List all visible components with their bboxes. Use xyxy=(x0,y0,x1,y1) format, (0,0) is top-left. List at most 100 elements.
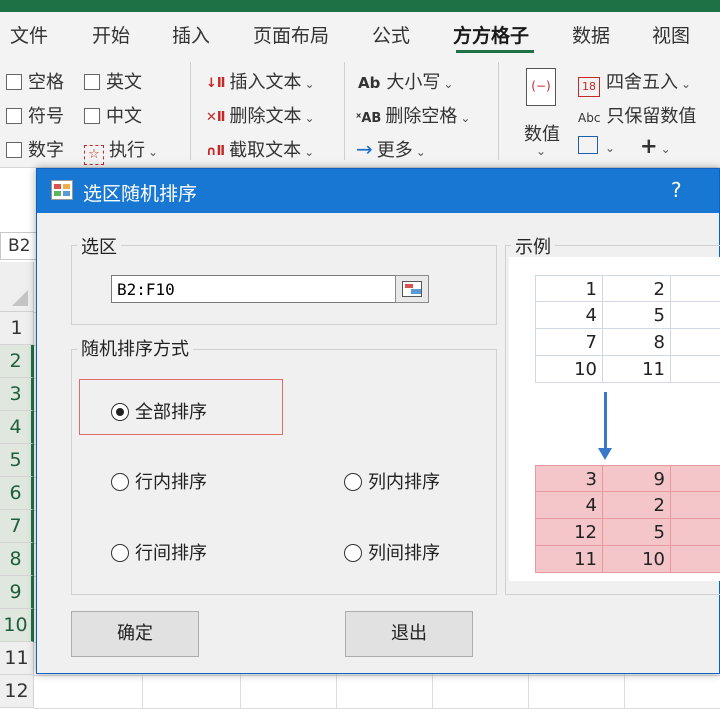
example-cell: 8 xyxy=(603,329,671,356)
example-cell: 11 xyxy=(535,546,603,573)
abc-icon: Abc xyxy=(578,111,601,125)
option-all-label: 全部排序 xyxy=(135,402,207,423)
example-cell xyxy=(671,329,720,356)
ok-button[interactable]: 确定 xyxy=(71,611,199,657)
round-button[interactable]: 18 四舍五入 ⌄ xyxy=(578,68,691,97)
ribbon-panel: 空格 英文 符号 中文 数字 ☆ 执行 ⌄ ↓Ⅱ 插入文本 ⌄ ✕Ⅱ 删除文本 ⌄ ∩Ⅱ 截取… xyxy=(0,56,720,168)
arrow-down-icon xyxy=(604,392,607,452)
select-all-icon xyxy=(12,290,28,306)
option-between-rows-label: 行间排序 xyxy=(135,543,207,564)
checkbox-number[interactable]: 数字 xyxy=(6,136,64,162)
tab-formulas[interactable]: 公式 xyxy=(372,21,410,48)
extract-text-button[interactable]: ∩Ⅱ 截取文本 ⌄ xyxy=(206,136,314,162)
row-header[interactable]: 2 xyxy=(0,345,34,378)
tab-page-layout[interactable]: 页面布局 xyxy=(253,21,329,48)
plus-button[interactable]: + ⌄ xyxy=(640,134,671,158)
execute-button[interactable]: ☆ 执行 ⌄ xyxy=(84,136,158,165)
chevron-down-icon: ⌄ xyxy=(681,77,692,91)
row-header[interactable]: 8 xyxy=(0,543,34,576)
checkbox-box xyxy=(6,142,22,158)
exit-button[interactable]: 退出 xyxy=(345,611,473,657)
dialog-titlebar[interactable]: 选区随机排序 ? xyxy=(37,169,719,213)
checkbox-box xyxy=(6,74,22,90)
name-box[interactable]: B2 xyxy=(0,232,38,260)
plus-icon: + xyxy=(640,134,658,158)
format-icon xyxy=(578,136,598,154)
dialog-title: 选区随机排序 xyxy=(83,183,198,205)
more-label: 更多 xyxy=(376,140,413,161)
example-cell: 7 xyxy=(535,329,603,356)
row-header[interactable]: 7 xyxy=(0,510,34,543)
example-cell: 12 xyxy=(535,519,603,546)
checkbox-symbol[interactable]: 符号 xyxy=(6,102,64,128)
execute-icon: ☆ xyxy=(84,145,104,165)
row-header[interactable]: 10 xyxy=(0,609,34,642)
row-header[interactable]: 11 xyxy=(0,642,34,675)
option-within-row[interactable]: 行内排序 xyxy=(111,468,207,494)
checkbox-chinese[interactable]: 中文 xyxy=(84,102,142,128)
chevron-down-icon: ⌄ xyxy=(443,77,454,91)
dialog-app-icon xyxy=(51,180,73,200)
chevron-down-icon: ⌄ xyxy=(605,141,616,155)
tab-insert[interactable]: 插入 xyxy=(172,21,210,48)
arrow-down-head-icon xyxy=(598,448,612,460)
checkbox-english[interactable]: 英文 xyxy=(84,68,142,94)
case-button[interactable]: Ab 大小写 ⌄ xyxy=(358,68,453,94)
row-header[interactable]: 4 xyxy=(0,411,34,444)
chevron-down-icon: ⌄ xyxy=(536,144,547,158)
example-cell: 10 xyxy=(535,356,603,383)
example-group-label: 示例 xyxy=(511,233,555,259)
case-label: 大小写 xyxy=(386,72,441,93)
checkbox-box xyxy=(84,74,100,90)
extract-text-icon: ∩Ⅱ xyxy=(206,144,226,159)
keep-value-button[interactable]: Abc 只保留数值 xyxy=(578,102,696,128)
example-cell xyxy=(671,519,720,546)
value-icon: (−) xyxy=(526,68,556,106)
round-label: 四舍五入 xyxy=(606,72,678,93)
example-cell xyxy=(671,465,720,492)
more-button[interactable]: → 更多 ⌄ xyxy=(356,136,426,162)
chevron-down-icon: ⌄ xyxy=(148,145,159,159)
ribbon-separator xyxy=(498,62,499,160)
row-header[interactable]: 9 xyxy=(0,576,34,609)
tab-file[interactable]: 文件 xyxy=(10,21,48,48)
chevron-down-icon: ⌄ xyxy=(304,145,315,159)
checkbox-space[interactable]: 空格 xyxy=(6,68,64,94)
remove-spaces-button[interactable]: ˣAB 删除空格 ⌄ xyxy=(356,102,470,128)
option-between-cols[interactable]: 列间排序 xyxy=(344,539,440,565)
active-tab-indicator xyxy=(456,50,534,53)
chevron-down-icon: ⌄ xyxy=(304,77,315,91)
value-button[interactable]: (−) 数值 ⌄ xyxy=(518,64,566,164)
delete-text-label: 删除文本 xyxy=(229,106,302,127)
delete-text-button[interactable]: ✕Ⅱ 删除文本 ⌄ xyxy=(206,102,315,128)
example-cell xyxy=(671,275,720,302)
row-header[interactable]: 3 xyxy=(0,378,34,411)
tab-fangfangezi[interactable]: 方方格子 xyxy=(453,21,529,48)
example-cell: 3 xyxy=(535,465,603,492)
row-header[interactable]: 12 xyxy=(0,675,34,708)
ribbon-separator xyxy=(190,62,191,160)
random-sort-dialog: 选区随机排序 ? 选区 B2:F10 随机排序方式 全部排序 行内排序 列内排序… xyxy=(36,168,720,674)
example-cell xyxy=(671,546,720,573)
option-between-rows[interactable]: 行间排序 xyxy=(111,539,207,565)
range-input[interactable]: B2:F10 xyxy=(111,275,397,303)
row-header[interactable]: 5 xyxy=(0,444,34,477)
help-button[interactable]: ? xyxy=(671,178,682,202)
format-button[interactable]: ⌄ xyxy=(578,136,615,157)
tab-data[interactable]: 数据 xyxy=(572,21,610,48)
option-within-col[interactable]: 列内排序 xyxy=(344,468,440,494)
option-all[interactable]: 全部排序 xyxy=(111,398,207,424)
option-between-cols-label: 列间排序 xyxy=(368,543,440,564)
example-cell: 9 xyxy=(603,465,671,492)
remove-spaces-icon: ˣAB xyxy=(356,111,382,126)
checkbox-english-label: 英文 xyxy=(106,72,142,93)
insert-text-button[interactable]: ↓Ⅱ 插入文本 ⌄ xyxy=(206,68,315,94)
example-cell: 4 xyxy=(535,492,603,519)
row-header[interactable]: 6 xyxy=(0,477,34,510)
row-header[interactable]: 1 xyxy=(0,312,34,345)
tab-home[interactable]: 开始 xyxy=(92,21,130,48)
checkbox-box xyxy=(6,108,22,124)
tab-view[interactable]: 视图 xyxy=(652,21,690,48)
grid-line xyxy=(34,675,720,676)
range-picker-button[interactable] xyxy=(395,275,429,303)
